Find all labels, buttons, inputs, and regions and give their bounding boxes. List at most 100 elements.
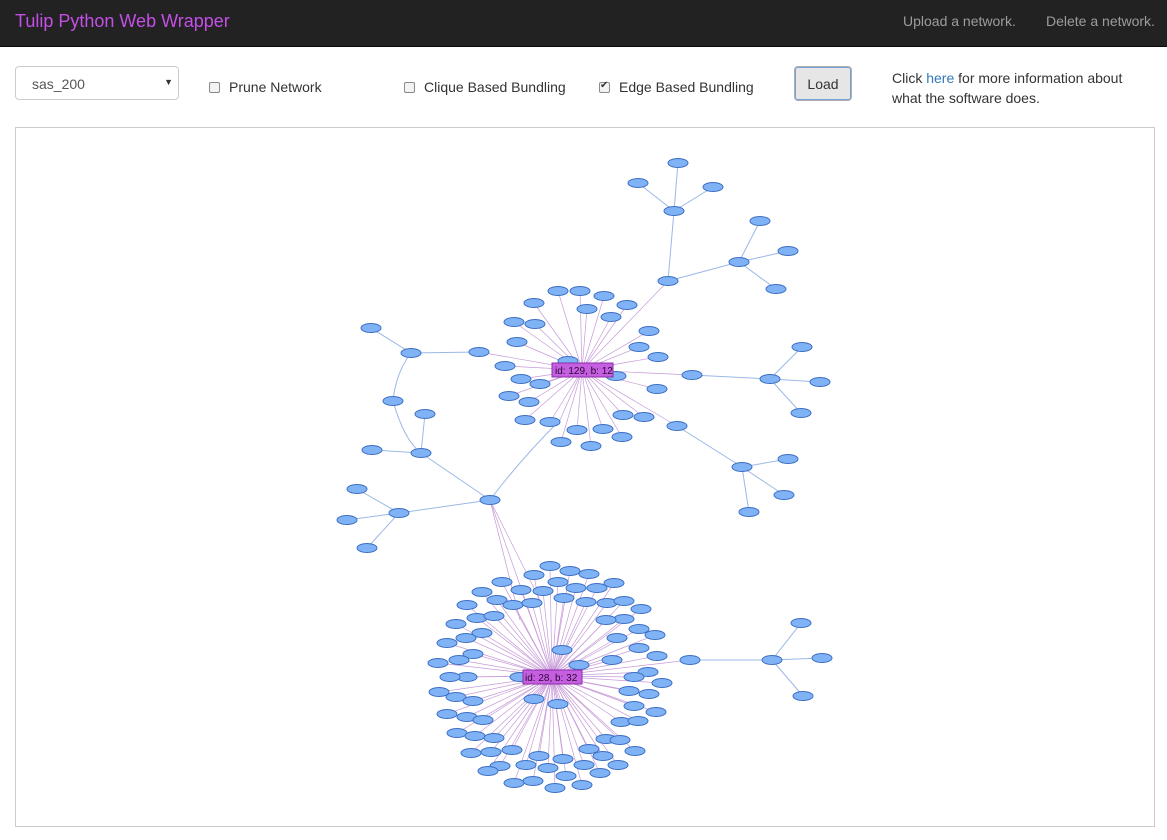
graph-node[interactable] [576,304,598,314]
graph-node[interactable] [603,578,625,588]
graph-node[interactable] [647,352,669,362]
graph-node[interactable] [455,633,477,643]
graph-node[interactable] [628,624,650,634]
graph-node[interactable] [575,597,597,607]
graph-node[interactable] [388,508,410,518]
graph-node[interactable] [446,728,468,738]
graph-node[interactable] [427,658,449,668]
graph-node[interactable] [552,754,574,764]
upload-network-link[interactable]: Upload a network. [903,13,1016,29]
graph-panel[interactable]: id: 129, b: 12 id: 28, b: 32 [15,127,1155,827]
graph-node[interactable] [502,600,524,610]
load-button[interactable]: Load [794,66,852,101]
graph-node[interactable] [592,424,614,434]
graph-node[interactable] [777,454,799,464]
graph-node[interactable] [792,691,814,701]
graph-node[interactable] [809,377,831,387]
clique-bundling-option[interactable]: Clique Based Bundling [404,79,566,95]
graph-node[interactable] [382,396,404,406]
graph-node[interactable] [651,678,673,688]
graph-node[interactable] [521,598,543,608]
graph-node[interactable] [506,337,528,347]
graph-node[interactable] [439,672,461,682]
graph-node[interactable] [578,744,600,754]
graph-node[interactable] [630,604,652,614]
graph-node[interactable] [510,374,532,384]
graph-node[interactable] [551,645,573,655]
hub-node-129[interactable]: id: 129, b: 12 [551,362,614,378]
graph-node[interactable] [539,417,561,427]
graph-node[interactable] [510,585,532,595]
graph-node[interactable] [336,515,358,525]
graph-node[interactable] [586,583,608,593]
graph-node[interactable] [480,747,502,757]
network-select[interactable]: sas_200 ▼ [15,66,179,100]
graph-node[interactable] [761,655,783,665]
graph-node[interactable] [613,596,635,606]
graph-node[interactable] [607,760,629,770]
graph-node[interactable] [728,257,750,267]
graph-node[interactable] [436,709,458,719]
graph-node[interactable] [600,312,622,322]
graph-node[interactable] [773,490,795,500]
graph-node[interactable] [361,445,383,455]
graph-node[interactable] [514,415,536,425]
graph-node[interactable] [578,569,600,579]
graph-node[interactable] [609,735,631,745]
graph-node[interactable] [462,696,484,706]
graph-node[interactable] [644,630,666,640]
graph-node[interactable] [428,687,450,697]
graph-node[interactable] [436,638,458,648]
delete-network-link[interactable]: Delete a network. [1046,13,1155,29]
graph-node[interactable] [544,783,566,793]
graph-node[interactable] [503,317,525,327]
graph-node[interactable] [523,298,545,308]
graph-node[interactable] [553,593,575,603]
graph-node[interactable] [702,182,724,192]
graph-node[interactable] [523,570,545,580]
graph-node[interactable] [759,374,781,384]
graph-node[interactable] [518,397,540,407]
graph-node[interactable] [611,432,633,442]
graph-node[interactable] [589,768,611,778]
graph-node[interactable] [565,583,587,593]
graph-node[interactable] [503,778,525,788]
graph-node[interactable] [472,715,494,725]
graph-node[interactable] [612,410,634,420]
graph-node[interactable] [811,653,833,663]
graph-node[interactable] [593,291,615,301]
graph-node[interactable] [346,484,368,494]
graph-node[interactable] [456,600,478,610]
graph-node[interactable] [790,618,812,628]
graph-node[interactable] [569,286,591,296]
graph-node[interactable] [571,780,593,790]
graph-node[interactable] [663,206,685,216]
graph-node[interactable] [791,342,813,352]
graph-node[interactable] [679,655,701,665]
graph-node[interactable] [681,370,703,380]
graph-node[interactable] [547,577,569,587]
graph-node[interactable] [568,660,590,670]
prune-network-checkbox[interactable] [209,81,220,93]
graph-node[interactable] [738,507,760,517]
graph-node[interactable] [539,561,561,571]
graph-node[interactable] [638,326,660,336]
graph-node[interactable] [790,408,812,418]
graph-node[interactable] [628,643,650,653]
graph-node[interactable] [360,323,382,333]
edge-bundling-option[interactable]: Edge Based Bundling [599,79,754,95]
graph-node[interactable] [460,748,482,758]
graph-node[interactable] [618,686,640,696]
graph-node[interactable] [749,216,771,226]
graph-node[interactable] [448,655,470,665]
graph-node[interactable] [522,776,544,786]
graph-node[interactable] [616,300,638,310]
graph-node[interactable] [657,276,679,286]
graph-node[interactable] [646,651,668,661]
graph-node[interactable] [483,611,505,621]
network-graph[interactable]: id: 129, b: 12 id: 28, b: 32 [16,128,1154,826]
graph-node[interactable] [550,437,572,447]
graph-node[interactable] [515,760,537,770]
clique-bundling-checkbox[interactable] [404,81,415,93]
graph-node[interactable] [580,441,602,451]
